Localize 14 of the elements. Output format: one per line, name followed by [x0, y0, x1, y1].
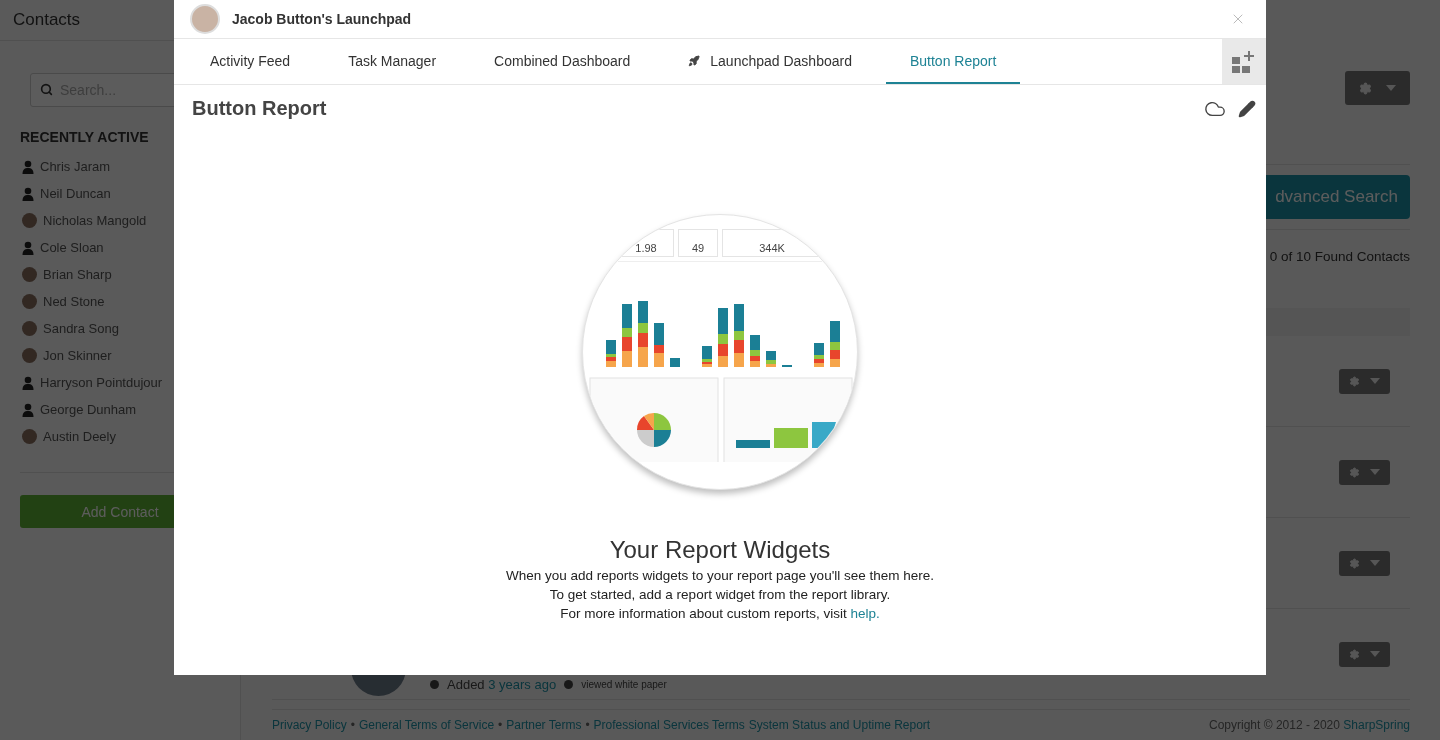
results-count: 0 of 10 Found Contacts [1269, 249, 1410, 266]
empty-state-text: To get started, add a report widget from the report library. [549, 587, 891, 602]
separator: • [585, 718, 590, 732]
empty-state-heading: Your Report Widgets [609, 536, 831, 564]
section-title: RECENTLY ACTIVE [20, 129, 150, 145]
activity-text: Added 3 years ago [447, 677, 557, 692]
empty-state-text: When you add reports widgets to your report page you'll see them here. [505, 568, 935, 583]
stat-value: 49 [691, 242, 705, 254]
separator: • [498, 718, 503, 732]
empty-state-text: For more information about custom reports, visit help. [560, 606, 880, 621]
stat-value: 344K [759, 242, 785, 254]
separator: • [350, 718, 355, 732]
stat-value: 1.98 [635, 242, 657, 254]
activity-event: viewed white paper [581, 679, 667, 690]
